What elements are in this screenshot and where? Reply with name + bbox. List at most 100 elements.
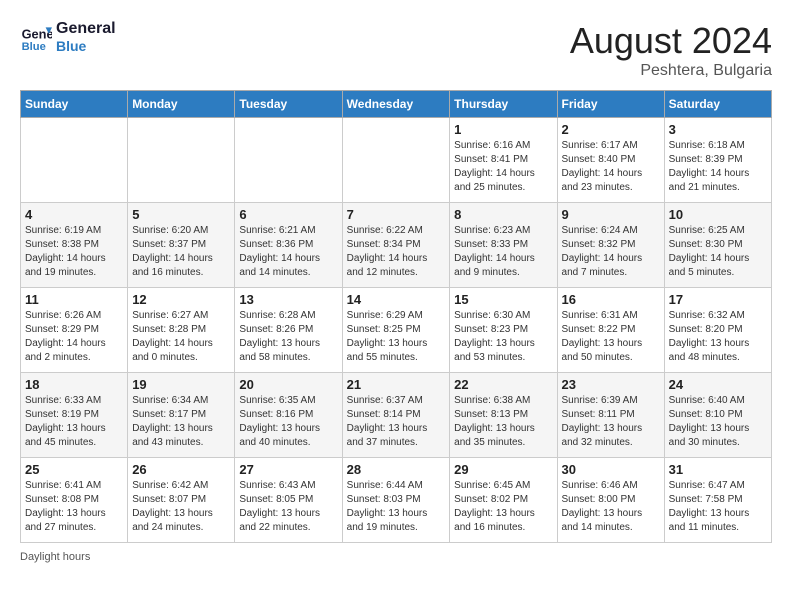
calendar-week-row: 25 Sunrise: 6:41 AMSunset: 8:08 PMDayligh… <box>21 458 772 543</box>
day-number: 2 <box>562 122 660 137</box>
day-info: Sunrise: 6:39 AMSunset: 8:11 PMDaylight:… <box>562 394 660 450</box>
logo: General Blue General Blue <box>20 20 116 54</box>
day-info: Sunrise: 6:33 AMSunset: 8:19 PMDaylight:… <box>25 394 123 450</box>
day-header-friday: Friday <box>557 91 664 118</box>
day-number: 31 <box>669 462 767 477</box>
day-info: Sunrise: 6:46 AMSunset: 8:00 PMDaylight:… <box>562 479 660 535</box>
calendar-cell: 15Sunrise: 6:30 AMSunset: 8:23 PMDayligh… <box>450 288 557 373</box>
calendar-cell: 23 Sunrise: 6:39 AMSunset: 8:11 PMDayligh… <box>557 373 664 458</box>
calendar-cell: 21 Sunrise: 6:37 AMSunset: 8:14 PMDayligh… <box>342 373 450 458</box>
calendar-cell: 6 Sunrise: 6:21 AMSunset: 8:36 PMDaylight… <box>235 203 342 288</box>
day-number: 28 <box>347 462 446 477</box>
day-number: 17 <box>669 292 767 307</box>
day-info: Sunrise: 6:32 AMSunset: 8:20 PMDaylight:… <box>669 309 767 365</box>
day-header-saturday: Saturday <box>664 91 771 118</box>
calendar-cell: 31 Sunrise: 6:47 AMSunset: 7:58 PMDayligh… <box>664 458 771 543</box>
day-number: 21 <box>347 377 446 392</box>
day-number: 12 <box>132 292 230 307</box>
calendar-cell: 3Sunrise: 6:18 AMSunset: 8:39 PMDaylight… <box>664 118 771 203</box>
day-number: 30 <box>562 462 660 477</box>
calendar-cell: 30 Sunrise: 6:46 AMSunset: 8:00 PMDayligh… <box>557 458 664 543</box>
calendar-cell <box>128 118 235 203</box>
day-info: Sunrise: 6:17 AMSunset: 8:40 PMDaylight:… <box>562 139 660 195</box>
day-number: 7 <box>347 207 446 222</box>
footer-note: Daylight hours <box>20 551 772 563</box>
calendar-cell: 4Sunrise: 6:19 AMSunset: 8:38 PMDaylight… <box>21 203 128 288</box>
day-number: 29 <box>454 462 552 477</box>
day-info: Sunrise: 6:44 AMSunset: 8:03 PMDaylight:… <box>347 479 446 535</box>
day-info: Sunrise: 6:24 AMSunset: 8:32 PMDaylight:… <box>562 224 660 280</box>
day-header-sunday: Sunday <box>21 91 128 118</box>
day-number: 25 <box>25 462 123 477</box>
day-info: Sunrise: 6:47 AMSunset: 7:58 PMDaylight:… <box>669 479 767 535</box>
day-number: 19 <box>132 377 230 392</box>
calendar-cell: 10 Sunrise: 6:25 AMSunset: 8:30 PMDayligh… <box>664 203 771 288</box>
calendar-cell: 14Sunrise: 6:29 AMSunset: 8:25 PMDayligh… <box>342 288 450 373</box>
day-info: Sunrise: 6:28 AMSunset: 8:26 PMDaylight:… <box>239 309 337 365</box>
logo-text-block: General Blue <box>56 20 116 54</box>
day-number: 15 <box>454 292 552 307</box>
day-info: Sunrise: 6:40 AMSunset: 8:10 PMDaylight:… <box>669 394 767 450</box>
svg-text:Blue: Blue <box>22 41 46 53</box>
day-number: 6 <box>239 207 337 222</box>
calendar-cell <box>342 118 450 203</box>
calendar-cell: 9 Sunrise: 6:24 AMSunset: 8:32 PMDaylight… <box>557 203 664 288</box>
day-number: 4 <box>25 207 123 222</box>
calendar-week-row: 11 Sunrise: 6:26 AMSunset: 8:29 PMDayligh… <box>21 288 772 373</box>
day-info: Sunrise: 6:35 AMSunset: 8:16 PMDaylight:… <box>239 394 337 450</box>
day-info: Sunrise: 6:26 AMSunset: 8:29 PMDaylight:… <box>25 309 123 365</box>
calendar-cell: 16 Sunrise: 6:31 AMSunset: 8:22 PMDayligh… <box>557 288 664 373</box>
calendar-cell: 22 Sunrise: 6:38 AMSunset: 8:13 PMDayligh… <box>450 373 557 458</box>
logo-icon: General Blue <box>20 21 52 53</box>
calendar-cell: 27Sunrise: 6:43 AMSunset: 8:05 PMDayligh… <box>235 458 342 543</box>
day-info: Sunrise: 6:21 AMSunset: 8:36 PMDaylight:… <box>239 224 337 280</box>
calendar-cell: 26 Sunrise: 6:42 AMSunset: 8:07 PMDayligh… <box>128 458 235 543</box>
calendar-cell: 12 Sunrise: 6:27 AMSunset: 8:28 PMDayligh… <box>128 288 235 373</box>
day-header-tuesday: Tuesday <box>235 91 342 118</box>
day-number: 23 <box>562 377 660 392</box>
calendar-cell: 24 Sunrise: 6:40 AMSunset: 8:10 PMDayligh… <box>664 373 771 458</box>
day-info: Sunrise: 6:45 AMSunset: 8:02 PMDaylight:… <box>454 479 552 535</box>
calendar-cell: 8 Sunrise: 6:23 AMSunset: 8:33 PMDaylight… <box>450 203 557 288</box>
day-info: Sunrise: 6:20 AMSunset: 8:37 PMDaylight:… <box>132 224 230 280</box>
day-info: Sunrise: 6:18 AMSunset: 8:39 PMDaylight:… <box>669 139 767 195</box>
calendar-cell: 11 Sunrise: 6:26 AMSunset: 8:29 PMDayligh… <box>21 288 128 373</box>
day-info: Sunrise: 6:37 AMSunset: 8:14 PMDaylight:… <box>347 394 446 450</box>
day-number: 11 <box>25 292 123 307</box>
calendar-table: SundayMondayTuesdayWednesdayThursdayFrid… <box>20 90 772 543</box>
calendar-cell: 28 Sunrise: 6:44 AMSunset: 8:03 PMDayligh… <box>342 458 450 543</box>
day-header-wednesday: Wednesday <box>342 91 450 118</box>
day-number: 22 <box>454 377 552 392</box>
day-number: 16 <box>562 292 660 307</box>
calendar-cell: 13Sunrise: 6:28 AMSunset: 8:26 PMDayligh… <box>235 288 342 373</box>
calendar-week-row: 4Sunrise: 6:19 AMSunset: 8:38 PMDaylight… <box>21 203 772 288</box>
calendar-cell: 7Sunrise: 6:22 AMSunset: 8:34 PMDaylight… <box>342 203 450 288</box>
day-info: Sunrise: 6:41 AMSunset: 8:08 PMDaylight:… <box>25 479 123 535</box>
title-area: August 2024 Peshtera, Bulgaria <box>570 20 772 80</box>
calendar-cell: 19Sunrise: 6:34 AMSunset: 8:17 PMDayligh… <box>128 373 235 458</box>
logo-blue: Blue <box>56 38 116 54</box>
day-info: Sunrise: 6:25 AMSunset: 8:30 PMDaylight:… <box>669 224 767 280</box>
calendar-cell: 1Sunrise: 6:16 AMSunset: 8:41 PMDaylight… <box>450 118 557 203</box>
day-info: Sunrise: 6:42 AMSunset: 8:07 PMDaylight:… <box>132 479 230 535</box>
calendar-cell: 29 Sunrise: 6:45 AMSunset: 8:02 PMDayligh… <box>450 458 557 543</box>
calendar-cell <box>21 118 128 203</box>
day-number: 8 <box>454 207 552 222</box>
day-number: 26 <box>132 462 230 477</box>
day-number: 24 <box>669 377 767 392</box>
calendar-cell <box>235 118 342 203</box>
day-number: 9 <box>562 207 660 222</box>
day-number: 20 <box>239 377 337 392</box>
day-info: Sunrise: 6:29 AMSunset: 8:25 PMDaylight:… <box>347 309 446 365</box>
month-year-title: August 2024 <box>570 20 772 62</box>
calendar-cell: 2 Sunrise: 6:17 AMSunset: 8:40 PMDaylight… <box>557 118 664 203</box>
day-info: Sunrise: 6:38 AMSunset: 8:13 PMDaylight:… <box>454 394 552 450</box>
location-subtitle: Peshtera, Bulgaria <box>570 62 772 80</box>
day-header-monday: Monday <box>128 91 235 118</box>
day-number: 10 <box>669 207 767 222</box>
day-info: Sunrise: 6:27 AMSunset: 8:28 PMDaylight:… <box>132 309 230 365</box>
calendar-cell: 17 Sunrise: 6:32 AMSunset: 8:20 PMDayligh… <box>664 288 771 373</box>
day-info: Sunrise: 6:16 AMSunset: 8:41 PMDaylight:… <box>454 139 552 195</box>
day-info: Sunrise: 6:31 AMSunset: 8:22 PMDaylight:… <box>562 309 660 365</box>
day-info: Sunrise: 6:23 AMSunset: 8:33 PMDaylight:… <box>454 224 552 280</box>
